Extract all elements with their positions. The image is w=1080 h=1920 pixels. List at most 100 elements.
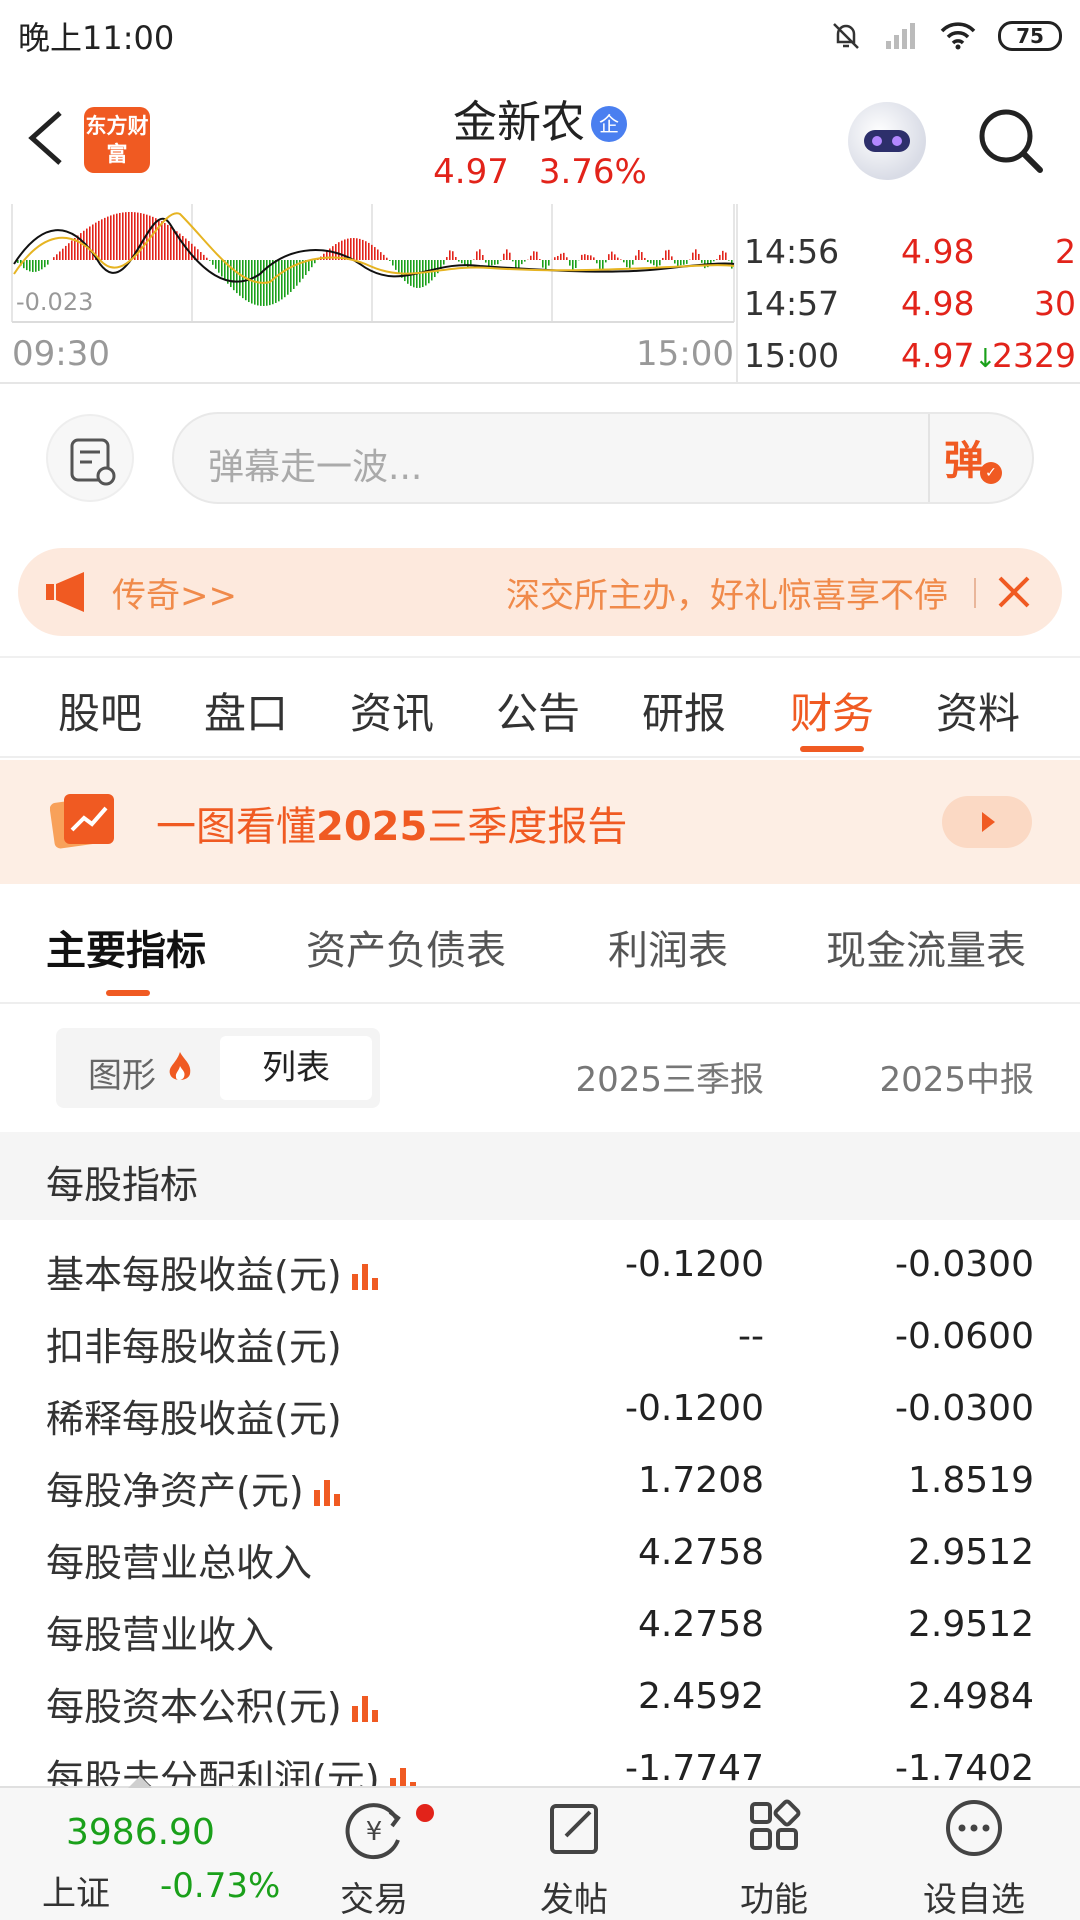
- histogram-bar: [200, 252, 202, 260]
- histogram-bar: [212, 260, 214, 265]
- bar-chart-icon[interactable]: [350, 1262, 382, 1290]
- tab-announcements[interactable]: 公告: [478, 680, 598, 741]
- histogram-bar: [602, 260, 604, 270]
- histogram-bar: [248, 260, 250, 303]
- notice-tag[interactable]: 传奇>>: [112, 568, 237, 617]
- subtab-cash-flow[interactable]: 现金流量表: [826, 918, 1026, 976]
- table-row[interactable]: 每股营业收入 4.2758 2.9512: [0, 1592, 1080, 1664]
- histogram-bar: [719, 254, 721, 260]
- robot-assistant-avatar[interactable]: [848, 102, 926, 180]
- histogram-bar: [362, 239, 364, 260]
- histogram-bar: [455, 256, 457, 260]
- table-row[interactable]: 每股营业总收入 4.2758 2.9512: [0, 1520, 1080, 1592]
- close-icon[interactable]: [988, 566, 1040, 618]
- histogram-bar: [128, 212, 130, 260]
- histogram-bar: [47, 260, 49, 265]
- histogram-bar: [29, 260, 31, 272]
- table-row[interactable]: 扣非每股收益(元) -- -0.0600: [0, 1304, 1080, 1376]
- chart-x-end: 15:00: [636, 334, 734, 374]
- bar-chart-icon[interactable]: [312, 1478, 344, 1506]
- row-value-h1: -1.7402: [895, 1748, 1034, 1786]
- histogram-bar: [26, 260, 28, 271]
- table-row[interactable]: 每股未分配利润(元) -1.7747 -1.7402: [0, 1736, 1080, 1786]
- histogram-bar: [491, 260, 493, 266]
- tab-profile[interactable]: 资料: [918, 680, 1038, 741]
- row-value-h1: 2.4984: [908, 1676, 1034, 1717]
- histogram-bar: [656, 260, 658, 268]
- histogram-bar: [113, 214, 115, 260]
- danmaku-input[interactable]: 弹幕走一波... 弹 ✓: [172, 412, 1034, 504]
- histogram-bar: [647, 260, 649, 263]
- subtab-balance-sheet[interactable]: 资产负债表: [306, 918, 506, 976]
- tab-guba[interactable]: 股吧: [40, 680, 160, 741]
- tick-volume: 2329: [992, 336, 1076, 375]
- nav-post[interactable]: 发帖: [494, 1798, 654, 1920]
- toggle-graph[interactable]: 图形: [88, 1048, 156, 1097]
- tab-news[interactable]: 资讯: [332, 680, 452, 741]
- table-row[interactable]: 每股资本公积(元) 2.4592 2.4984: [0, 1664, 1080, 1736]
- bar-chart-icon[interactable]: [350, 1694, 382, 1722]
- toggle-list[interactable]: 列表: [220, 1036, 372, 1100]
- row-label: 基本每股收益(元): [46, 1244, 382, 1299]
- search-icon[interactable]: [976, 106, 1046, 176]
- status-time: 晚上11:00: [18, 19, 175, 57]
- histogram-bar: [485, 260, 487, 263]
- histogram-bar: [122, 212, 124, 260]
- histogram-bar: [278, 260, 280, 302]
- histogram-bar: [326, 251, 328, 260]
- histogram-bar: [521, 260, 523, 265]
- table-row[interactable]: 基本每股收益(元) -0.1200 -0.0300: [0, 1232, 1080, 1304]
- histogram-bar: [686, 260, 688, 264]
- row-value-h1: 2.9512: [908, 1604, 1034, 1645]
- notice-bar[interactable]: 传奇>> 深交所主办，好礼惊喜享不停: [18, 548, 1062, 636]
- histogram-bar: [461, 260, 463, 264]
- tab-pankou[interactable]: 盘口: [186, 680, 306, 741]
- row-label-text: 每股净资产(元): [46, 1469, 304, 1513]
- histogram-bar: [446, 257, 448, 260]
- report-year: 2025: [316, 804, 428, 850]
- danmaku-send-button[interactable]: 弹 ✓: [944, 428, 1024, 488]
- tab-research[interactable]: 研报: [624, 680, 744, 741]
- report-banner-text[interactable]: 一图看懂2025三季度报告: [156, 794, 627, 852]
- bar-chart-icon[interactable]: [388, 1766, 420, 1786]
- intraday-chart-area[interactable]: -0.023 09:30 15:00 14:56 4.98 2 14:57 4.…: [0, 204, 1080, 384]
- subtab-income-statement[interactable]: 利润表: [608, 918, 728, 976]
- histogram-bar: [710, 260, 712, 264]
- row-value-q3: 1.7208: [638, 1460, 764, 1501]
- danmaku-settings-button[interactable]: [46, 414, 134, 502]
- histogram-bar: [701, 260, 703, 263]
- tick-row: 14:56 4.98 2: [738, 232, 1080, 282]
- row-label: 扣非每股收益(元): [46, 1325, 342, 1369]
- play-button[interactable]: [942, 796, 1032, 848]
- histogram-bar: [101, 219, 103, 260]
- histogram-bar: [173, 229, 175, 260]
- index-change: -0.73%: [160, 1866, 281, 1906]
- macd-chart: [11, 204, 735, 323]
- histogram-bar: [191, 243, 193, 260]
- histogram-bar: [566, 257, 568, 260]
- histogram-bar: [560, 253, 562, 260]
- nav-functions[interactable]: 功能: [694, 1798, 854, 1920]
- histogram-bar: [119, 212, 121, 260]
- section-title: 每股指标: [46, 1163, 199, 1207]
- nav-label: 交易: [340, 1880, 408, 1920]
- report-banner[interactable]: 一图看懂2025三季度报告: [0, 760, 1080, 884]
- nav-add-watchlist[interactable]: 设自选: [894, 1798, 1054, 1920]
- data-table: 基本每股收益(元) -0.1200 -0.0300 扣非每股收益(元) -- -…: [0, 1232, 1080, 1786]
- index-value: 3986.90: [66, 1812, 215, 1853]
- histogram-bar: [677, 260, 679, 266]
- tab-finance[interactable]: 财务: [772, 680, 892, 741]
- histogram-bar: [272, 260, 274, 305]
- expand-caret-icon[interactable]: [128, 1776, 152, 1788]
- histogram-bar: [590, 255, 592, 260]
- notice-text[interactable]: 深交所主办，好礼惊喜享不停: [506, 568, 974, 617]
- nav-label: 设自选: [923, 1880, 1025, 1920]
- subtab-key-indicators[interactable]: 主要指标: [46, 918, 206, 976]
- histogram-bar: [152, 216, 154, 260]
- histogram-bar: [458, 260, 460, 262]
- nav-trade[interactable]: ¥ 交易: [294, 1798, 454, 1920]
- table-row[interactable]: 每股净资产(元) 1.7208 1.8519: [0, 1448, 1080, 1520]
- header: 东方财富 金新农企 4.97 3.76%: [0, 72, 1080, 204]
- histogram-bar: [56, 254, 58, 260]
- table-row[interactable]: 稀释每股收益(元) -0.1200 -0.0300: [0, 1376, 1080, 1448]
